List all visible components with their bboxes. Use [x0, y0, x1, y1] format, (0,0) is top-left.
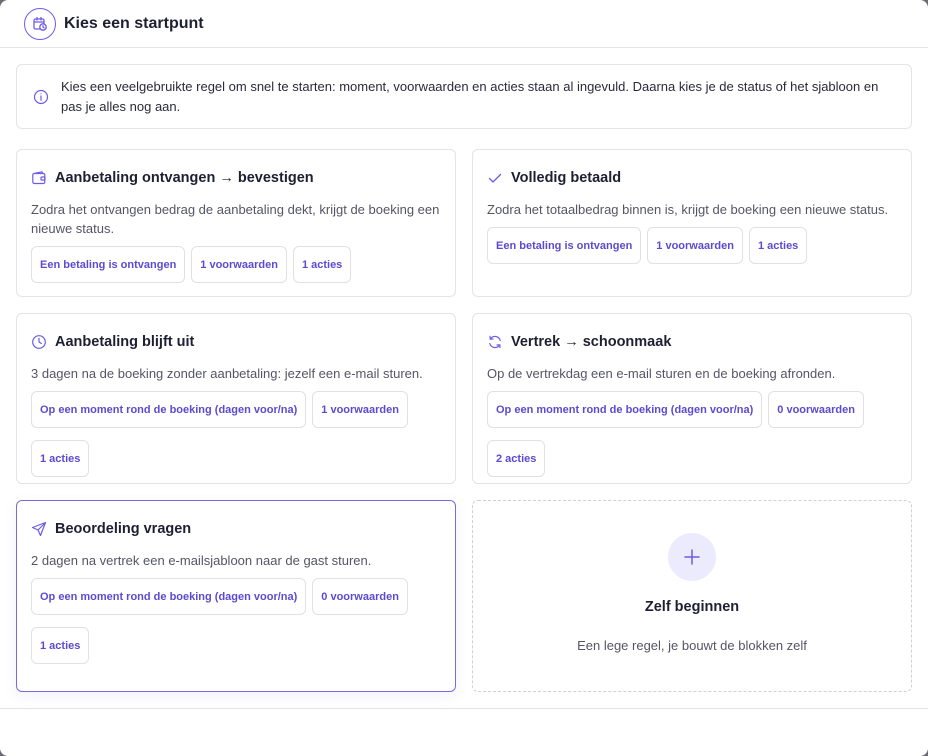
template-card-fully-paid[interactable]: Volledig betaald Zodra het totaalbedrag … — [472, 149, 912, 297]
trigger-chip: Een betaling is ontvangen — [487, 227, 642, 264]
dialog-header: Kies een startpunt — [0, 0, 928, 48]
info-icon — [33, 89, 49, 105]
trigger-chip: Op een moment rond de boeking (dagen voo… — [487, 391, 763, 428]
start-blank-card[interactable]: Zelf beginnen Een lege regel, je bouwt d… — [472, 500, 912, 692]
actions-chip: 2 acties — [487, 440, 546, 477]
template-card-deposit-missing[interactable]: Aanbetaling blijft uit 3 dagen na de boe… — [16, 313, 456, 484]
conditions-chip: 1 voorwaarden — [312, 391, 408, 428]
actions-chip: 1 acties — [31, 440, 90, 477]
clock-icon — [31, 334, 47, 350]
info-banner: Kies een veelgebruikte regel om snel te … — [16, 64, 912, 129]
template-card-departure-cleaning[interactable]: Vertrek → schoonmaak Op de vertrekdag ee… — [472, 313, 912, 484]
conditions-chip: 0 voorwaarden — [768, 391, 864, 428]
actions-chip: 1 acties — [31, 627, 90, 664]
card-description: Zodra het ontvangen bedrag de aanbetalin… — [31, 202, 440, 236]
card-title: Aanbetaling blijft uit — [55, 334, 195, 350]
dialog-title: Kies een startpunt — [64, 14, 204, 32]
actions-chip: 1 acties — [292, 246, 352, 283]
card-title: Beoordeling vragen — [55, 521, 192, 537]
card-title: Vertrek → schoonmaak — [511, 334, 672, 350]
card-title: Volledig betaald — [511, 170, 622, 186]
conditions-chip: 1 voorwaarden — [647, 227, 743, 264]
footer-divider — [0, 708, 928, 709]
plus-icon — [668, 533, 716, 581]
template-card-request-review[interactable]: Beoordeling vragen 2 dagen na vertrek ee… — [16, 500, 456, 692]
info-text: Kies een veelgebruikte regel om snel te … — [61, 78, 879, 114]
send-icon — [31, 521, 47, 537]
conditions-chip: 0 voorwaarden — [312, 578, 408, 615]
conditions-chip: 1 voorwaarden — [191, 246, 287, 283]
refresh-icon — [487, 334, 503, 350]
card-title: Aanbetaling ontvangen → bevestigen — [55, 170, 314, 186]
actions-chip: 1 acties — [748, 227, 808, 264]
trigger-chip: Op een moment rond de boeking (dagen voo… — [31, 391, 307, 428]
trigger-chip: Op een moment rond de boeking (dagen voo… — [31, 578, 307, 615]
start-template-dialog: Kies een startpunt Kies een veelgebruikt… — [0, 0, 928, 756]
check-icon — [487, 170, 503, 186]
template-card-deposit-received[interactable]: Aanbetaling ontvangen → bevestigen Zodra… — [16, 149, 456, 297]
card-description: 2 dagen na vertrek een e-mailsjabloon na… — [31, 553, 372, 568]
start-blank-title: Zelf beginnen — [644, 599, 740, 615]
wallet-icon — [31, 170, 47, 186]
calendar-clock-icon — [24, 7, 56, 40]
card-description: Op de vertrekdag een e-mail sturen en de… — [487, 366, 836, 381]
trigger-chip: Een betaling is ontvangen — [31, 246, 186, 283]
card-description: Zodra het totaalbedrag binnen is, krijgt… — [487, 202, 889, 217]
start-blank-subtitle: Een lege regel, je bouwt de blokken zelf — [577, 638, 807, 653]
card-description: 3 dagen na de boeking zonder aanbetaling… — [31, 366, 423, 381]
